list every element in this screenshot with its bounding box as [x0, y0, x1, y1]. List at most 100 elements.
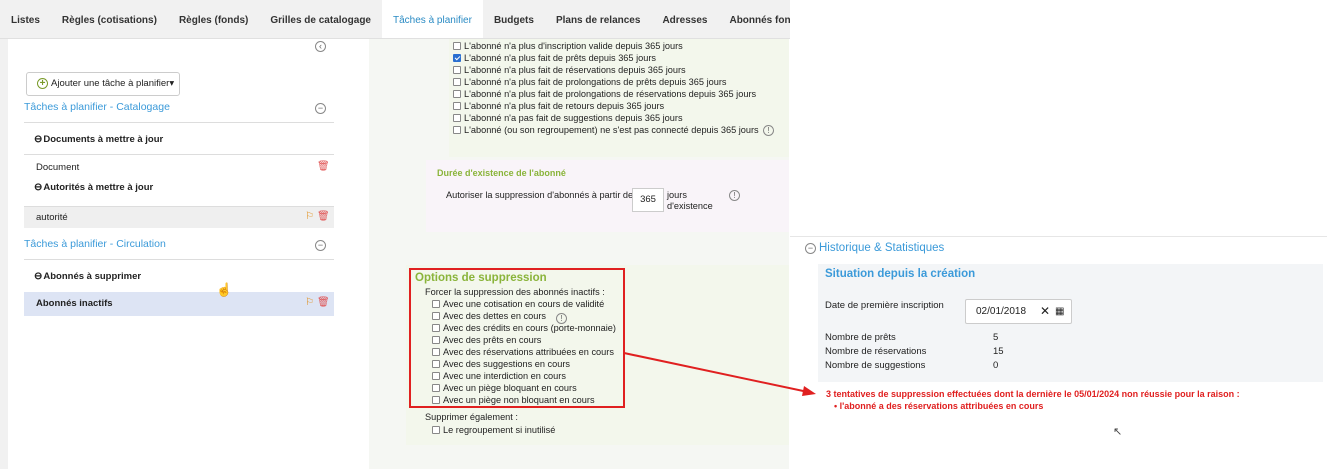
calendar-icon[interactable]: ▦	[1055, 300, 1064, 323]
task-row-autorite[interactable]: autorité ⚐ 🗑	[24, 206, 334, 228]
add-task-label: Ajouter une tâche à planifier	[51, 78, 170, 89]
stat-label: Nombre de prêts	[825, 332, 896, 343]
group-title-documents[interactable]: ⊖Documents à mettre à jour	[34, 134, 163, 145]
trash-icon[interactable]: 🗑	[317, 211, 330, 222]
plus-icon: +	[37, 78, 48, 89]
checkbox[interactable]	[453, 102, 461, 110]
checkbox[interactable]	[453, 126, 461, 134]
stat-value: 0	[993, 360, 999, 371]
task-row-label: Abonnés inactifs	[36, 298, 113, 309]
option-label: Le regroupement si inutilisé	[443, 425, 556, 435]
tab-6[interactable]: Plans de relances	[545, 0, 652, 38]
flag-icon[interactable]: ⚐	[305, 211, 314, 222]
option-label: L'abonné n'a plus fait de réservations d…	[464, 65, 686, 75]
group-title-autorites[interactable]: ⊖Autorités à mettre à jour	[34, 182, 153, 193]
tab-8[interactable]: Abonnés fonctionnels	[718, 0, 790, 38]
stat-row: Nombre de prêts 5	[825, 332, 1045, 346]
collapse-icon[interactable]: ‹	[315, 41, 326, 52]
highlight-box	[409, 268, 625, 408]
checkbox[interactable]	[453, 114, 461, 122]
also-options: Le regroupement si inutilisé	[432, 424, 555, 436]
add-task-button[interactable]: + Ajouter une tâche à planifier▾	[26, 72, 180, 96]
option-label: L'abonné n'a pas fait de suggestions dep…	[464, 113, 683, 123]
inactivity-option[interactable]: L'abonné n'a plus fait de prêts depuis 3…	[453, 52, 759, 64]
task-row-document[interactable]: Document 🗑	[24, 156, 334, 180]
option-label: L'abonné n'a plus fait de retours depuis…	[464, 101, 665, 111]
stat-row: Nombre de suggestions 0	[825, 360, 1045, 374]
error-message: 3 tentatives de suppression effectuées d…	[826, 389, 1240, 399]
inactivity-option[interactable]: L'abonné n'a plus fait de retours depuis…	[453, 100, 759, 112]
divider	[790, 236, 1327, 237]
inactivity-option[interactable]: L'abonné (ou son regroupement) ne s'est …	[453, 124, 759, 136]
stats-list: Nombre de prêts 5 Nombre de réservations 15…	[825, 332, 1045, 374]
minus-icon: ⊖	[34, 134, 43, 145]
section-title-circulation[interactable]: Tâches à planifier - Circulation	[24, 238, 166, 250]
option-label: L'abonné n'a plus fait de prêts depuis 3…	[464, 53, 656, 63]
duration-label: Autoriser la suppression d'abonnés à par…	[446, 190, 634, 200]
tab-bar: Listes Règles (cotisations) Règles (fonds)…	[0, 0, 790, 39]
option-label: L'abonné (ou son regroupement) ne s'est …	[464, 125, 759, 135]
checkbox[interactable]	[453, 42, 461, 50]
clear-icon[interactable]: ✕	[1040, 300, 1050, 323]
tab-0[interactable]: Listes	[0, 0, 51, 38]
error-reason-item: • l'abonné a des réservations attribuées…	[834, 401, 1044, 411]
info-icon[interactable]: !	[763, 125, 774, 136]
section-title-catalogage[interactable]: Tâches à planifier - Catalogage	[24, 101, 170, 113]
duration-unit-1: jours	[667, 190, 687, 200]
first-inscription-value: 02/01/2018	[976, 306, 1027, 317]
task-row-label: Document	[36, 162, 80, 173]
group-title-abonnes-label: Abonnés à supprimer	[43, 271, 142, 282]
also-label: Supprimer également :	[425, 412, 518, 422]
duration-input[interactable]: 365	[632, 188, 664, 212]
divider	[24, 259, 334, 260]
checkbox[interactable]	[453, 54, 461, 62]
inactivity-option[interactable]: L'abonné n'a plus fait de réservations d…	[453, 64, 759, 76]
stat-label: Nombre de réservations	[825, 346, 927, 357]
left-edge	[0, 39, 8, 469]
trash-icon[interactable]: 🗑	[317, 161, 330, 172]
group-title-abonnes[interactable]: ⊖Abonnés à supprimer	[34, 271, 141, 282]
stat-value: 5	[993, 332, 999, 343]
mouse-cursor: ☝	[216, 282, 233, 297]
dropdown-caret: ▾	[169, 78, 175, 89]
first-inscription-date[interactable]: 02/01/2018 ✕ ▦	[965, 299, 1072, 324]
collapse-history-icon[interactable]: −	[805, 243, 816, 254]
inactivity-option[interactable]: L'abonné n'a pas fait de suggestions dep…	[453, 112, 759, 124]
task-row-label: autorité	[36, 212, 68, 223]
tab-7[interactable]: Adresses	[651, 0, 718, 38]
info-icon[interactable]: !	[729, 190, 740, 201]
duration-unit-2: d'existence	[667, 201, 713, 211]
minus-icon: ⊖	[34, 182, 43, 193]
tab-1[interactable]: Règles (cotisations)	[51, 0, 168, 38]
duration-title: Durée d'existence de l'abonné	[437, 168, 566, 178]
checkbox[interactable]	[453, 66, 461, 74]
inactivity-option[interactable]: L'abonné n'a plus fait de prolongations …	[453, 76, 759, 88]
divider	[24, 154, 334, 155]
checkbox[interactable]	[453, 90, 461, 98]
group-title-autorites-label: Autorités à mettre à jour	[43, 182, 154, 193]
tab-5[interactable]: Budgets	[483, 0, 545, 38]
inactivity-option[interactable]: L'abonné n'a plus d'inscription valide d…	[453, 40, 759, 52]
suppression-option[interactable]: Le regroupement si inutilisé	[432, 424, 555, 436]
inactivity-list: L'abonné n'a plus d'inscription valide d…	[453, 40, 759, 136]
option-label: L'abonné n'a plus fait de prolongations …	[464, 77, 727, 87]
collapse-circulation-icon[interactable]: −	[315, 240, 326, 251]
group-title-documents-label: Documents à mettre à jour	[43, 134, 164, 145]
tab-3[interactable]: Grilles de catalogage	[259, 0, 382, 38]
tab-2[interactable]: Règles (fonds)	[168, 0, 259, 38]
stat-row: Nombre de réservations 15	[825, 346, 1045, 360]
tab-4[interactable]: Tâches à planifier	[382, 0, 483, 38]
option-label: L'abonné n'a plus fait de prolongations …	[464, 89, 757, 99]
option-label: L'abonné n'a plus d'inscription valide d…	[464, 41, 683, 51]
collapse-catalogage-icon[interactable]: −	[315, 103, 326, 114]
stat-value: 15	[993, 346, 1004, 357]
annotation-arrow	[623, 352, 816, 396]
situation-title: Situation depuis la création	[825, 268, 976, 280]
history-title[interactable]: Historique & Statistiques	[819, 242, 944, 254]
checkbox[interactable]	[453, 78, 461, 86]
task-row-abonnes-inactifs[interactable]: Abonnés inactifs ⚐ 🗑	[24, 292, 334, 316]
checkbox[interactable]	[432, 426, 440, 434]
inactivity-option[interactable]: L'abonné n'a plus fait de prolongations …	[453, 88, 759, 100]
trash-icon[interactable]: 🗑	[317, 297, 330, 308]
flag-icon[interactable]: ⚐	[305, 297, 314, 308]
